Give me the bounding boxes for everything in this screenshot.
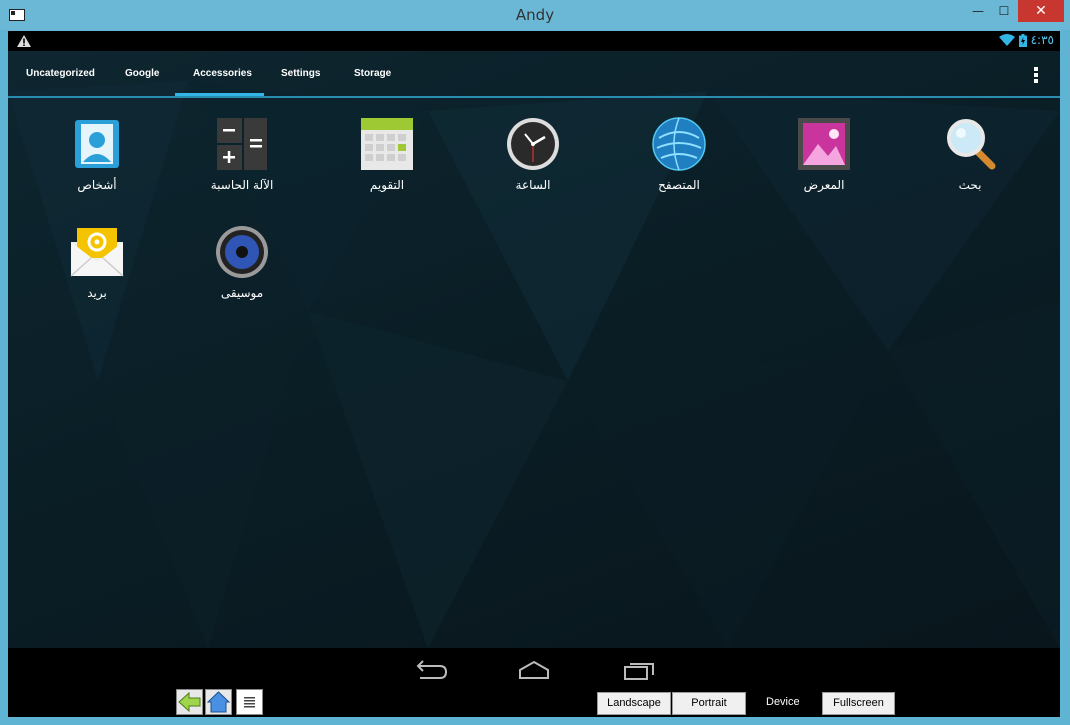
app-search[interactable]: بحث xyxy=(915,116,1025,192)
calendar-icon xyxy=(361,118,413,170)
fullscreen-button[interactable]: Fullscreen xyxy=(822,692,895,715)
wifi-icon xyxy=(998,34,1015,46)
tab-divider xyxy=(8,96,1060,98)
app-contacts[interactable]: أشخاص xyxy=(42,116,152,192)
warning-icon xyxy=(17,35,31,47)
app-label: أشخاص xyxy=(77,178,117,192)
blue-home-icon xyxy=(206,691,231,713)
app-label: التقويم xyxy=(369,178,405,192)
tab-storage[interactable]: Storage xyxy=(354,68,391,79)
tab-uncategorized[interactable]: Uncategorized xyxy=(26,68,95,79)
contacts-icon xyxy=(75,120,119,168)
minimize-button[interactable]: — xyxy=(964,0,992,22)
andy-back-button[interactable] xyxy=(176,689,203,715)
app-label: بحث xyxy=(958,178,982,192)
navigation-bar xyxy=(8,648,1060,717)
device-label: Device xyxy=(766,696,800,708)
search-icon xyxy=(947,119,996,170)
home-icon[interactable] xyxy=(514,658,554,682)
tab-google[interactable]: Google xyxy=(125,68,159,79)
browser-icon xyxy=(652,117,706,171)
recent-apps-icon[interactable] xyxy=(619,658,659,682)
app-gallery[interactable]: المعرض xyxy=(769,116,879,192)
andy-menu-button[interactable] xyxy=(236,689,263,715)
app-label: المتصفح xyxy=(658,178,700,192)
clock-icon xyxy=(507,118,559,170)
maximize-button[interactable]: ☐ xyxy=(990,0,1018,22)
app-label: بريد xyxy=(87,286,107,300)
app-calendar[interactable]: التقويم xyxy=(332,116,442,192)
app-label: الساعة xyxy=(515,178,551,192)
calculator-icon xyxy=(217,118,267,170)
tab-accessories[interactable]: Accessories xyxy=(193,68,252,79)
app-label: موسيقى xyxy=(220,286,264,300)
app-drawer: Uncategorized Google Accessories Setting… xyxy=(8,51,1060,648)
window-title: Andy xyxy=(515,6,555,24)
app-clock[interactable]: الساعة xyxy=(478,116,588,192)
battery-icon xyxy=(1018,33,1027,47)
close-button[interactable]: ✕ xyxy=(1018,0,1064,22)
window-titlebar: Andy — ☐ ✕ xyxy=(0,0,1070,30)
app-label: المعرض xyxy=(803,178,845,192)
app-label: الآلة الحاسبة xyxy=(210,178,274,192)
status-time: ٤:٣٥ xyxy=(1030,33,1054,47)
app-calculator[interactable]: الآلة الحاسبة xyxy=(187,116,297,192)
tab-settings[interactable]: Settings xyxy=(281,68,320,79)
music-icon xyxy=(216,226,268,278)
app-email[interactable]: بريد xyxy=(42,224,152,300)
overflow-menu-icon[interactable] xyxy=(1033,67,1039,85)
menu-icon xyxy=(244,697,255,708)
email-icon xyxy=(70,228,124,277)
gallery-icon xyxy=(798,118,850,170)
andy-home-button[interactable] xyxy=(205,689,232,715)
status-bar: ٤:٣٥ xyxy=(8,31,1060,51)
app-browser[interactable]: المتصفح xyxy=(624,116,734,192)
android-screen: ٤:٣٥ Uncategorized Google Accessories Se… xyxy=(8,31,1060,717)
landscape-button[interactable]: Landscape xyxy=(597,692,671,715)
tab-bar: Uncategorized Google Accessories Setting… xyxy=(8,51,1060,98)
app-music[interactable]: موسيقى xyxy=(187,224,297,300)
back-icon[interactable] xyxy=(410,658,450,682)
portrait-button[interactable]: Portrait xyxy=(672,692,746,715)
green-back-arrow-icon xyxy=(178,691,201,713)
